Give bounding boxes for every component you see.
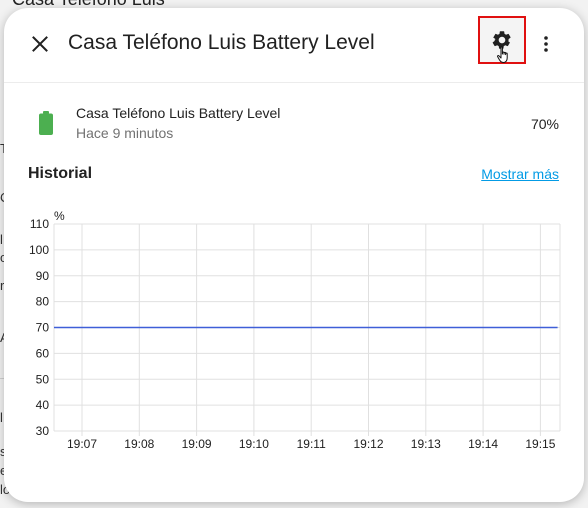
chart-y-axis-label: % [54,209,65,223]
background-text-fragment: l [0,410,3,425]
chart-x-tick-label: 19:14 [468,437,498,451]
chart-y-tick-label: 100 [29,243,49,257]
chart-x-tick-label: 19:15 [525,437,555,451]
chart-y-tick-label: 90 [36,269,50,283]
background-text-fragment: l [0,232,3,247]
chart-x-tick-label: 19:13 [411,437,441,451]
history-chart: 110 100 90 80 70 60 50 40 30 19:07 19:08 19:09 19:10… [29,209,561,451]
chart-x-tick-label: 19:09 [182,437,212,451]
more-info-dialog: Casa Teléfono Luis Battery Level Casa Te… [4,8,584,502]
chart-y-tick-label: 50 [36,372,50,386]
chart-x-tick-label: 19:07 [67,437,97,451]
chart-x-tick-label: 19:10 [239,437,269,451]
chart-y-tick-label: 60 [36,346,50,360]
chart-x-tick-label: 19:12 [353,437,383,451]
chart-y-tick-label: 110 [30,217,49,231]
chart-x-tick-label: 19:11 [297,437,326,451]
chart-y-tick-label: 30 [36,424,50,438]
chart-x-tick-label: 19:08 [124,437,154,451]
chart-y-tick-label: 40 [36,398,50,412]
chart-y-tick-label: 80 [36,295,50,309]
chart-y-tick-label: 70 [36,321,50,335]
